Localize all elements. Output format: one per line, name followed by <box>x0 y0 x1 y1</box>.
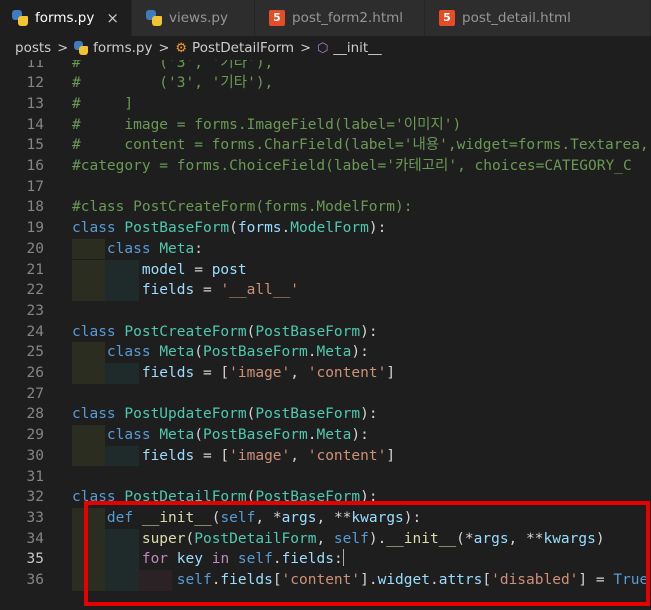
code-line[interactable]: 23 <box>0 301 651 322</box>
tab-post-detail-html[interactable]: 5 post_detail.html <box>425 0 651 36</box>
tab-post-form2-html[interactable]: 5 post_form2.html <box>255 0 425 36</box>
line-number: 18 <box>26 199 44 216</box>
code-line[interactable]: 26 fields = ['image', 'content'] <box>0 363 651 384</box>
class-symbol-icon: ⚙ <box>175 40 188 56</box>
code-line[interactable]: 30 fields = ['image', 'content'] <box>0 445 651 467</box>
code-text: class PostCreateForm(PostBaseForm): <box>72 323 378 340</box>
method-symbol-icon: ⬡ <box>316 40 329 56</box>
code-text: # ('3', '기타'), <box>72 60 274 71</box>
code-text: #category = forms.ChoiceField(label='카테고… <box>72 158 632 174</box>
code-line[interactable]: 18 #class PostCreateForm(forms.ModelForm)… <box>0 197 651 218</box>
code-line[interactable]: 11 # ('3', '기타'), <box>0 60 651 73</box>
code-text: fields = ['image', 'content'] <box>141 447 396 464</box>
breadcrumb-file[interactable]: forms.py <box>93 40 152 56</box>
breadcrumb: posts > forms.py > ⚙ PostDetailForm > ⬡ … <box>0 36 651 60</box>
code-text: # image = forms.ImageField(label='이미지') <box>72 116 462 133</box>
code-line[interactable]: 29 class Meta(PostBaseForm.Meta): <box>0 425 651 446</box>
code-line[interactable]: 19 class PostBaseForm(forms.ModelForm): <box>0 218 651 239</box>
code-text: # ] <box>72 95 134 112</box>
code-text: fields = ['image', 'content'] <box>141 365 396 381</box>
line-number: 15 <box>26 137 44 154</box>
line-number: 16 <box>26 158 44 174</box>
line-number: 29 <box>26 427 44 444</box>
code-line[interactable]: 28 class PostUpdateForm(PostBaseForm): <box>0 404 651 425</box>
chevron-right-icon: > <box>158 40 170 56</box>
code-text: fields = '__all__' <box>141 282 300 299</box>
line-number: 25 <box>26 344 44 361</box>
tab-views-py[interactable]: views.py <box>132 0 255 36</box>
tab-label: views.py <box>169 10 228 26</box>
python-icon <box>12 10 28 26</box>
code-line[interactable]: 15 # content = forms.CharField(label='내용'… <box>0 135 651 156</box>
line-number: 12 <box>26 75 44 92</box>
line-number: 22 <box>26 282 44 299</box>
code-text: class PostUpdateForm(PostBaseForm): <box>72 406 378 423</box>
tab-label: post_form2.html <box>292 10 404 26</box>
line-number: 14 <box>26 116 44 133</box>
line-number: 11 <box>26 60 44 71</box>
line-number: 17 <box>26 178 44 195</box>
code-text: class PostBaseForm(forms.ModelForm): <box>72 220 387 237</box>
code-text: class Meta(PostBaseForm.Meta): <box>106 427 369 444</box>
code-line[interactable]: 24 class PostCreateForm(PostBaseForm): <box>0 322 651 343</box>
code-line[interactable]: 22 fields = '__all__' <box>0 280 651 301</box>
chevron-right-icon: > <box>300 40 311 56</box>
code-text: class Meta: <box>106 240 203 257</box>
line-number: 20 <box>26 240 44 257</box>
python-icon <box>74 41 89 55</box>
breadcrumb-folder[interactable]: posts <box>15 40 51 56</box>
tab-bar: forms.py × views.py 5 post_form2.html 5 … <box>0 0 651 36</box>
html5-icon: 5 <box>269 10 285 26</box>
html5-icon: 5 <box>439 10 455 26</box>
highlight-box <box>84 501 650 606</box>
code-line[interactable]: 13 # ] <box>0 94 651 115</box>
code-text: # content = forms.CharField(label='내용',w… <box>72 137 651 154</box>
line-number: 31 <box>26 468 44 485</box>
line-number: 27 <box>26 385 44 402</box>
code-text: #class PostCreateForm(forms.ModelForm): <box>72 199 413 216</box>
code-text: model = post <box>141 261 247 278</box>
tab-forms-py[interactable]: forms.py × <box>0 0 132 36</box>
tab-label: post_detail.html <box>462 10 571 26</box>
line-number: 35 <box>26 551 44 568</box>
line-number: 34 <box>26 530 44 547</box>
code-text: # ('3', '기타'), <box>72 75 274 92</box>
code-line[interactable]: 17 <box>0 177 651 198</box>
code-line[interactable]: 21 model = post <box>0 259 651 281</box>
line-number: 26 <box>26 365 44 381</box>
line-number: 23 <box>26 302 44 319</box>
line-number: 24 <box>26 323 44 340</box>
chevron-right-icon: > <box>57 40 69 56</box>
close-icon[interactable]: × <box>106 9 119 27</box>
breadcrumb-method[interactable]: __init__ <box>333 40 381 56</box>
breadcrumb-class[interactable]: PostDetailForm <box>192 40 294 56</box>
code-line[interactable]: 12 # ('3', '기타'), <box>0 73 651 94</box>
tab-label: forms.py <box>35 10 95 26</box>
line-number: 32 <box>26 489 44 506</box>
line-number: 28 <box>26 406 44 423</box>
code-line[interactable]: 20 class Meta: <box>0 238 651 260</box>
line-number: 13 <box>26 95 44 112</box>
code-line[interactable]: 31 <box>0 467 651 488</box>
line-number: 33 <box>26 509 44 526</box>
code-line[interactable]: 14 # image = forms.ImageField(label='이미지'… <box>0 115 651 136</box>
code-text: class Meta(PostBaseForm.Meta): <box>106 344 369 361</box>
python-icon <box>146 10 162 26</box>
line-number: 36 <box>26 572 44 588</box>
line-number: 21 <box>26 261 44 278</box>
line-number: 19 <box>26 220 44 237</box>
code-line[interactable]: 27 <box>0 384 651 405</box>
line-number: 30 <box>26 447 44 464</box>
code-line[interactable]: 25 class Meta(PostBaseForm.Meta): <box>0 342 651 363</box>
code-line[interactable]: 16 #category = forms.ChoiceField(label='카… <box>0 156 651 177</box>
vscode-window: forms.py × views.py 5 post_form2.html 5 … <box>0 0 651 610</box>
